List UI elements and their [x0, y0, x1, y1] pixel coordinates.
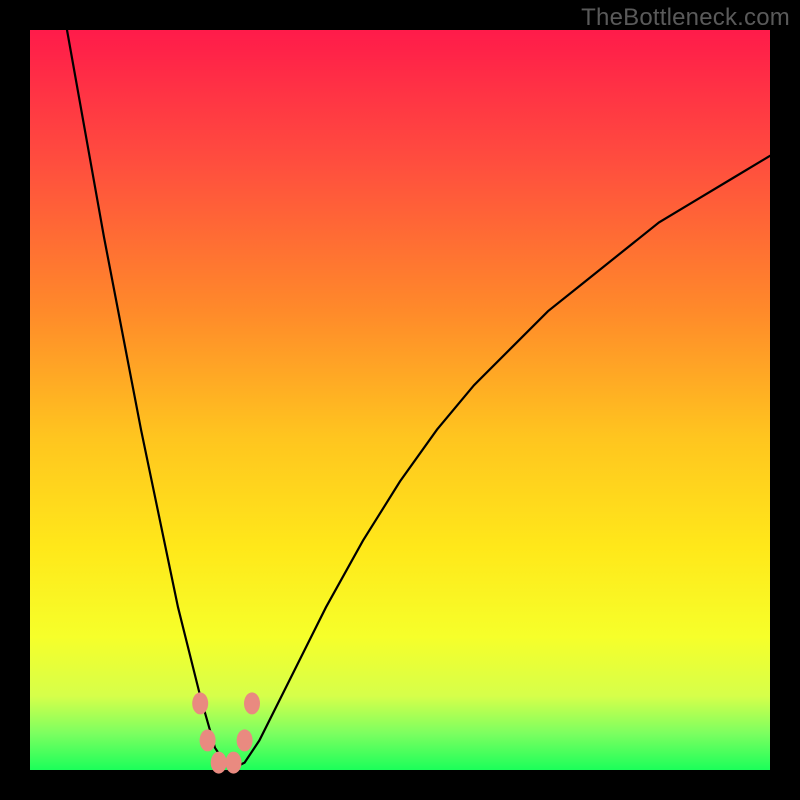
plot-area	[30, 30, 770, 770]
valley-marker	[192, 692, 208, 714]
watermark-text: TheBottleneck.com	[581, 4, 790, 32]
bottleneck-curve-svg	[30, 30, 770, 770]
valley-marker	[226, 752, 242, 774]
valley-marker	[237, 729, 253, 751]
valley-marker	[211, 752, 227, 774]
valley-marker	[200, 729, 216, 751]
chart-frame: TheBottleneck.com	[0, 0, 800, 800]
bottleneck-curve	[67, 30, 770, 770]
valley-marker	[244, 692, 260, 714]
valley-markers	[192, 692, 260, 773]
